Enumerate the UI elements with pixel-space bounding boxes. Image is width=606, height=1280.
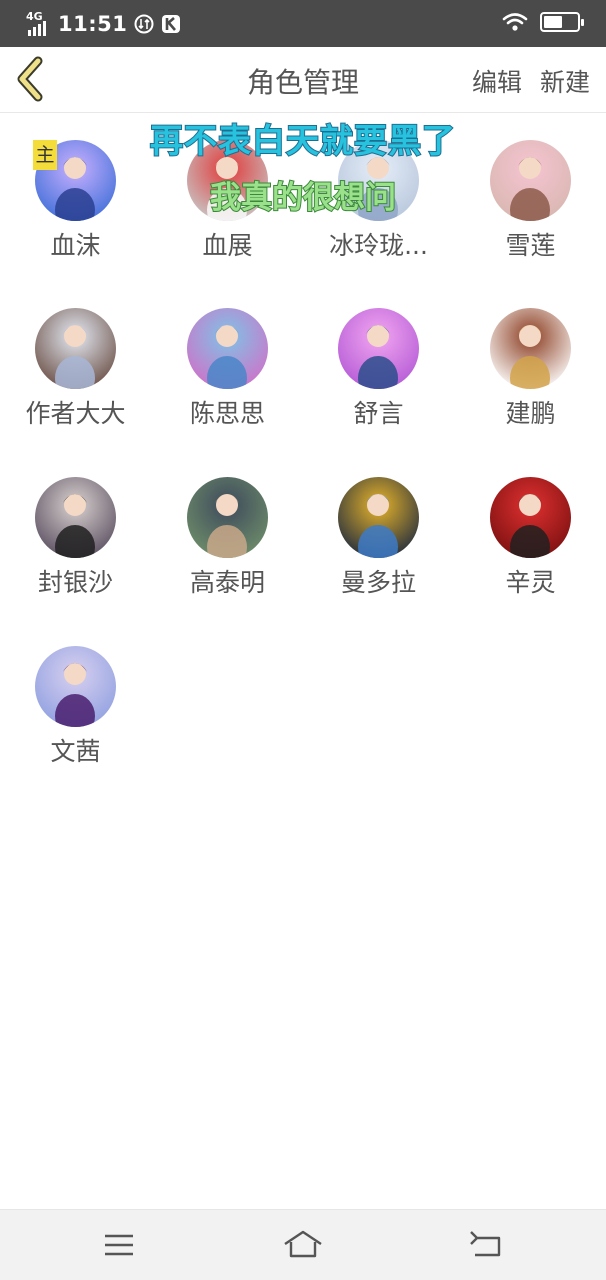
character-item[interactable]: 曼多拉 bbox=[303, 477, 454, 645]
character-name: 陈思思 bbox=[189, 399, 265, 428]
character-name: 封银沙 bbox=[37, 568, 113, 597]
character-name: 雪莲 bbox=[505, 231, 556, 260]
character-avatar[interactable] bbox=[490, 477, 571, 558]
menu-icon[interactable] bbox=[99, 1228, 139, 1262]
character-avatar[interactable] bbox=[490, 308, 571, 389]
character-item[interactable]: 雪莲 bbox=[455, 140, 606, 308]
overlay-text-2: 我真的很想问 bbox=[209, 179, 397, 217]
character-item[interactable]: 辛灵 bbox=[455, 477, 606, 645]
character-avatar[interactable] bbox=[187, 477, 268, 558]
character-item[interactable]: 冰玲珑... bbox=[303, 140, 454, 308]
wifi-icon bbox=[502, 13, 528, 31]
battery-icon bbox=[540, 12, 584, 32]
character-avatar[interactable] bbox=[187, 308, 268, 389]
app-header: 角色管理 编辑 新建 bbox=[0, 47, 606, 113]
home-icon[interactable] bbox=[283, 1228, 323, 1262]
character-avatar[interactable] bbox=[35, 308, 116, 389]
character-avatar[interactable] bbox=[35, 477, 116, 558]
character-name: 舒言 bbox=[353, 399, 404, 428]
character-name: 曼多拉 bbox=[340, 568, 416, 597]
cellular-signal-icon: 4G bbox=[26, 11, 54, 37]
back-arrow-icon[interactable] bbox=[467, 1228, 507, 1262]
character-name: 血展 bbox=[202, 231, 253, 260]
status-bar: 4G 11:51 bbox=[0, 0, 606, 47]
edit-button[interactable]: 编辑 bbox=[472, 63, 522, 99]
character-item[interactable]: 文茜 bbox=[0, 646, 151, 814]
k-app-icon bbox=[162, 15, 181, 33]
system-nav-bar bbox=[0, 1209, 606, 1280]
character-avatar[interactable] bbox=[35, 646, 116, 727]
character-item[interactable]: 作者大大 bbox=[0, 308, 151, 476]
character-item[interactable]: 高泰明 bbox=[152, 477, 303, 645]
character-avatar[interactable] bbox=[338, 308, 419, 389]
character-name: 高泰明 bbox=[189, 568, 265, 597]
character-avatar[interactable] bbox=[338, 477, 419, 558]
main-character-badge: 主 bbox=[33, 140, 57, 170]
character-name: 建鹏 bbox=[505, 399, 556, 428]
character-item[interactable]: 舒言 bbox=[303, 308, 454, 476]
character-item[interactable]: 封银沙 bbox=[0, 477, 151, 645]
data-transfer-icon bbox=[134, 14, 154, 34]
character-item[interactable]: 陈思思 bbox=[152, 308, 303, 476]
character-item[interactable]: 建鹏 bbox=[455, 308, 606, 476]
overlay-text-1: 再不表白天就要黑了 bbox=[149, 120, 456, 161]
clock: 11:51 bbox=[58, 12, 128, 36]
character-item[interactable]: 血展 bbox=[152, 140, 303, 308]
character-name: 辛灵 bbox=[505, 568, 556, 597]
character-name: 血沫 bbox=[50, 231, 101, 260]
new-button[interactable]: 新建 bbox=[540, 63, 590, 99]
character-name: 文茜 bbox=[50, 737, 101, 766]
character-name: 冰玲珑... bbox=[329, 231, 428, 260]
character-item[interactable]: 主血沫 bbox=[0, 140, 151, 308]
character-name: 作者大大 bbox=[25, 399, 126, 428]
